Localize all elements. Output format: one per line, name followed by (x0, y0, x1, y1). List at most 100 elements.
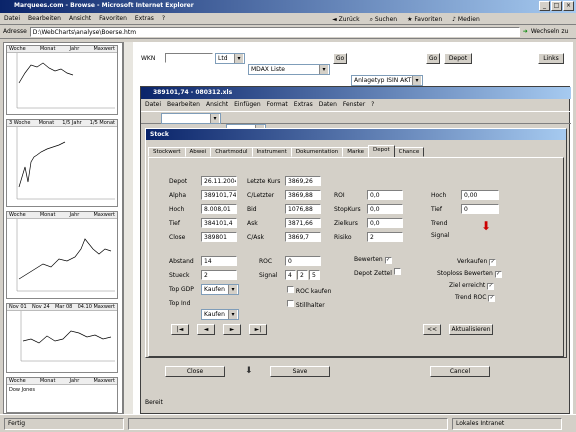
cancel-form-button[interactable]: Cancel (430, 366, 490, 377)
toolbar-favorites-button[interactable]: ★ Favoriten (406, 15, 443, 23)
page-back-button[interactable]: << (423, 324, 441, 335)
sell-checkbox[interactable]: ✓ (489, 259, 497, 266)
menu-tools[interactable]: Extras (135, 15, 154, 22)
roc-field[interactable]: 0 (285, 256, 321, 266)
mini-tab[interactable]: Monat (40, 378, 56, 384)
depot-checkbox-row[interactable]: Depot Zettel (354, 268, 401, 277)
target-checkbox[interactable]: ✓ (487, 283, 495, 290)
tab-chartmodul[interactable]: Chartmodul (210, 147, 253, 157)
tab-instrument[interactable]: Instrument (251, 147, 292, 157)
mini-tab[interactable]: Monat (40, 212, 56, 218)
mini-tab[interactable]: 3 Woche (9, 120, 30, 126)
font-select[interactable] (161, 113, 221, 124)
last-price-field[interactable]: 3869,26 (285, 176, 321, 186)
sidebar-scrollbar[interactable] (123, 42, 133, 414)
ask-field[interactable]: 3871,66 (285, 218, 321, 228)
quantity-field[interactable]: 2 (201, 270, 237, 280)
mini-tab[interactable]: Monat (39, 120, 55, 126)
mini-chart-5[interactable]: Woche Monat Jahr Maxwert Dow Jones (6, 377, 118, 413)
target-field[interactable]: 0,0 (367, 218, 403, 228)
menu-file[interactable]: Datei (4, 15, 20, 22)
last-record-button[interactable]: ►| (249, 324, 267, 335)
menu-edit[interactable]: Bearbeiten (28, 15, 61, 22)
first-record-button[interactable]: |◄ (171, 324, 189, 335)
mini-tab[interactable]: Maxwert (93, 212, 115, 218)
signal-field-a[interactable]: 4 (285, 270, 296, 280)
high-field[interactable]: 8.008,01 (201, 204, 237, 214)
excel-menu-item[interactable]: Bearbeiten (167, 101, 200, 108)
signal-field-b[interactable]: 2 (297, 270, 308, 280)
roc-checkbox-row[interactable]: ROC kaufen (287, 286, 331, 295)
close-form-button[interactable]: Close (165, 366, 225, 377)
toolbar-search-button[interactable]: ⌕ Suchen (369, 15, 399, 23)
signal-field-c[interactable]: 5 (309, 270, 320, 280)
mini-chart-3[interactable]: Woche Monat Jahr Maxwert (6, 211, 118, 299)
excel-menu-item[interactable]: Fenster (343, 101, 365, 108)
far-high-field[interactable]: 0,00 (461, 190, 499, 200)
tab-chance[interactable]: Chance (393, 147, 425, 157)
stop-field[interactable]: 0,0 (367, 204, 403, 214)
close-field[interactable]: 389801 (201, 232, 237, 242)
mini-tab[interactable]: Nov 24 (32, 304, 50, 310)
tab-stockwert[interactable]: Stockwert (148, 147, 186, 157)
low-field[interactable]: 384101,4 (201, 218, 237, 228)
mini-chart-2[interactable]: 3 Woche Monat 1/5 Jahr 1/5 Monat (6, 119, 118, 207)
tab-dokumentation[interactable]: Dokumentation (290, 147, 344, 157)
mini-tab[interactable]: Maxwert (93, 46, 115, 52)
roc-checkbox[interactable] (287, 286, 294, 293)
go-icon[interactable]: ➜ (523, 28, 528, 35)
stoploss-checkbox[interactable]: ✓ (494, 271, 502, 278)
mini-tab[interactable]: Jahr (70, 46, 80, 52)
rate-checkbox-row[interactable]: Bewerten ✓ (354, 256, 392, 264)
wkn-input[interactable] (165, 53, 213, 63)
c-last-field[interactable]: 3869,88 (285, 190, 321, 200)
excel-menu-item[interactable]: Extras (294, 101, 313, 108)
mini-chart-4[interactable]: Nov 01 Nov 24 Mar 08 04.10 Maxwert (6, 303, 118, 373)
mini-tab[interactable]: Jahr (70, 378, 80, 384)
toolbar-media-button[interactable]: ♪ Medien (451, 15, 481, 23)
excel-menu-item[interactable]: Einfügen (234, 101, 260, 108)
mini-tab[interactable]: Monat (40, 46, 56, 52)
mini-tab[interactable]: 04.10 Maxwert (78, 304, 115, 310)
toolbar-back-button[interactable]: ◄ Zurück (331, 15, 361, 23)
maximize-button[interactable]: □ (551, 1, 562, 11)
menu-help[interactable]: ? (162, 15, 165, 22)
depot-field[interactable]: 26.11.2004 (201, 176, 237, 186)
excel-menu-item[interactable]: Daten (319, 101, 337, 108)
mini-chart-1[interactable]: Woche Monat Jahr Maxwert (6, 45, 118, 115)
trend-checkbox[interactable]: ✓ (488, 295, 496, 302)
c-ask-field[interactable]: 3869,7 (285, 232, 321, 242)
prev-record-button[interactable]: ◄ (197, 324, 215, 335)
excel-menu-item[interactable]: Format (267, 101, 288, 108)
ind-select[interactable]: Kaufen (201, 309, 239, 320)
trend-checkbox-row[interactable]: Trend ROC ✓ (455, 294, 496, 302)
distance-field[interactable]: 14 (201, 256, 237, 266)
tab-abwei[interactable]: Abwei (184, 147, 212, 157)
save-form-button[interactable]: Save (270, 366, 330, 377)
stoploss-checkbox-row[interactable]: Stoploss Bewerten ✓ (437, 270, 502, 278)
mini-tab[interactable]: Mar 08 (55, 304, 72, 310)
list-select[interactable]: MDAX Liste (248, 64, 330, 75)
depot-button[interactable]: Depot (444, 53, 472, 64)
far-low-field[interactable]: 0 (461, 204, 499, 214)
depot-checkbox[interactable] (393, 268, 401, 275)
go-label[interactable]: Wechseln zu (531, 28, 569, 35)
mini-tab[interactable]: Maxwert (93, 378, 115, 384)
mini-tab[interactable]: Nov 01 (9, 304, 27, 310)
mini-tab[interactable]: Woche (9, 378, 26, 384)
target-checkbox-row[interactable]: Ziel erreicht ✓ (449, 282, 495, 290)
mini-tab[interactable]: Woche (9, 212, 26, 218)
rate-checkbox[interactable]: ✓ (384, 257, 392, 264)
links-button[interactable]: Links (538, 53, 564, 64)
go-button-1[interactable]: Go (333, 53, 347, 64)
mini-tab[interactable]: Jahr (70, 212, 80, 218)
menu-view[interactable]: Ansicht (69, 15, 91, 22)
bid-field[interactable]: 1076,88 (285, 204, 321, 214)
gdp-select[interactable]: Kaufen (201, 284, 239, 295)
stillhalter-checkbox[interactable] (287, 300, 294, 307)
isin-select[interactable]: Anlagetyp ISIN AKTIE (351, 75, 423, 86)
go-button-2[interactable]: Go (426, 53, 440, 64)
close-button[interactable]: × (563, 1, 574, 11)
type-select[interactable]: Ltd (215, 53, 245, 64)
next-record-button[interactable]: ► (223, 324, 241, 335)
